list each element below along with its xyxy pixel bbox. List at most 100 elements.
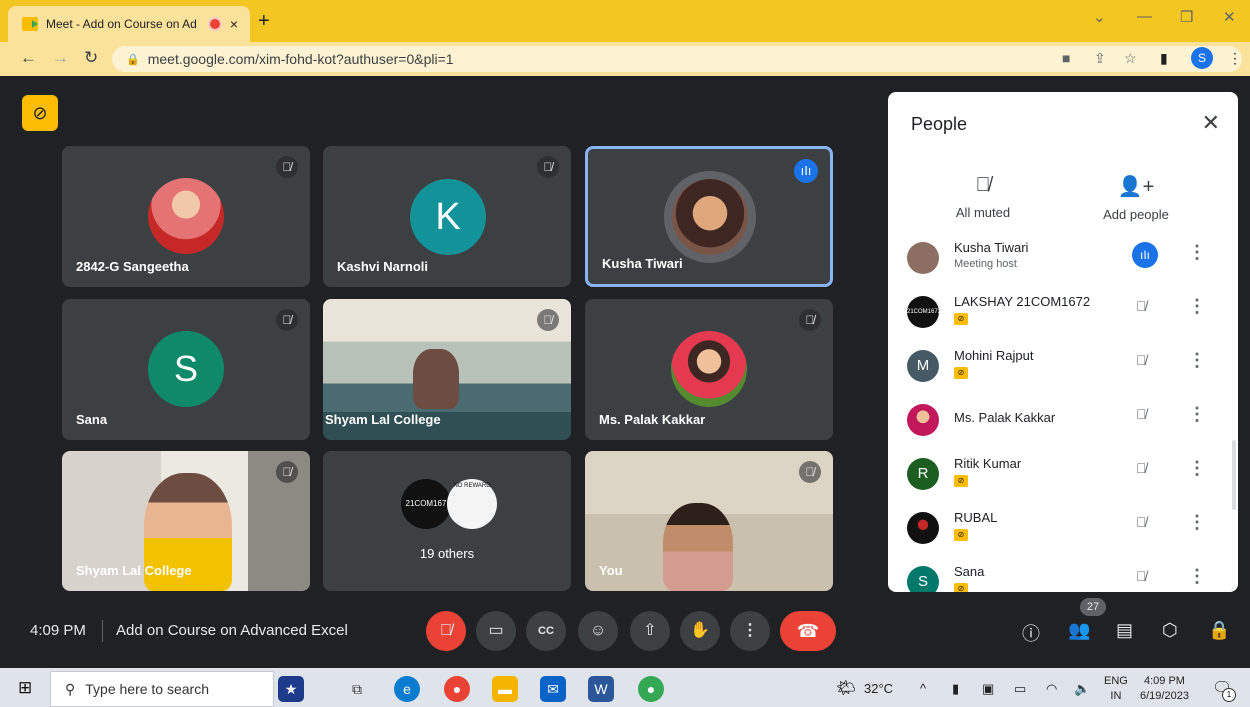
muted-mic-icon: 🎙̸ <box>276 309 298 331</box>
people-list-scrollbar[interactable] <box>1232 440 1236 510</box>
participant-row[interactable]: Ms. Palak Kakkar 🎙̸ ⋮ <box>888 394 1238 448</box>
participant-name: Shyam Lal College <box>325 412 441 427</box>
add-people-action[interactable]: 👤+ Add people <box>1096 174 1176 222</box>
edge-browser-icon[interactable]: e <box>394 676 420 702</box>
close-window-icon[interactable]: ✕ <box>1223 8 1236 26</box>
chat-icon[interactable]: ▤ <box>1116 620 1133 641</box>
activities-icon[interactable]: ⬡ <box>1162 620 1178 641</box>
microphone-toggle-button[interactable]: 🎙̸ <box>426 611 466 651</box>
participant-avatar <box>907 242 939 274</box>
side-panel-icon[interactable]: ▮ <box>1160 50 1168 67</box>
more-options-icon[interactable]: ⋮ <box>1188 404 1206 425</box>
mute-all-action[interactable]: 🎙̸ All muted <box>948 174 1018 220</box>
muted-mic-icon: 🎙̸ <box>276 156 298 178</box>
captions-button[interactable]: CC <box>526 611 566 651</box>
browser-menu-icon[interactable]: ⋮ <box>1228 50 1242 67</box>
file-explorer-icon[interactable]: ▬ <box>492 676 518 702</box>
muted-mic-icon: 🎙̸ <box>276 461 298 483</box>
url-text: meet.google.com/xim-fohd-kot?authuser=0&… <box>147 51 454 67</box>
search-highlight-icon[interactable]: ★ <box>278 676 304 702</box>
chrome-icon[interactable]: ● <box>444 676 470 702</box>
participant-row[interactable]: Kusha Tiwari Meeting host ıIı ⋮ <box>888 232 1238 286</box>
participant-row[interactable]: 21COM1672 LAKSHAY 21COM1672 ⊘ 🎙̸ ⋮ <box>888 286 1238 340</box>
participant-tile[interactable]: 🎙̸ 2842-G Sangeetha <box>62 146 310 287</box>
region-code: IN <box>1110 690 1122 702</box>
participant-video-tile[interactable]: 🎙̸ Shyam Lal College <box>323 299 571 440</box>
usb-icon[interactable]: ▮ <box>952 681 959 697</box>
participant-name: Shyam Lal College <box>76 563 192 578</box>
weather-icon: 🌤 <box>836 680 857 697</box>
task-view-icon[interactable]: ⧉ <box>344 676 370 702</box>
participant-row[interactable]: S Sana ⊘ 🎙̸ ⋮ <box>888 556 1238 592</box>
close-panel-icon[interactable]: ✕ <box>1202 110 1220 136</box>
tab-close-button[interactable]: × <box>230 16 238 32</box>
camera-in-use-icon[interactable]: ■ <box>1062 50 1070 66</box>
muted-mic-icon: 🎙̸ <box>1136 514 1147 530</box>
leave-call-button[interactable]: ☎ <box>780 611 836 651</box>
more-options-icon[interactable]: ⋮ <box>1188 458 1206 479</box>
muted-mic-icon: 🎙̸ <box>1136 352 1147 368</box>
word-icon[interactable]: W <box>588 676 614 702</box>
more-options-icon[interactable]: ⋮ <box>1188 350 1206 371</box>
system-time: 4:09 PM <box>1143 675 1185 687</box>
language-indicator[interactable]: ENG IN <box>1104 674 1128 704</box>
participant-initial-avatar: K <box>410 179 486 255</box>
meet-tray-icon[interactable]: ▣ <box>982 681 994 697</box>
meeting-details-icon[interactable]: ⓘ <box>1022 620 1040 646</box>
volume-icon[interactable]: 🔈 <box>1074 681 1090 697</box>
people-icon[interactable]: 👥 <box>1068 620 1090 641</box>
more-options-icon[interactable]: ⋮ <box>1188 566 1206 587</box>
system-clock[interactable]: 4:09 PM 6/19/2023 <box>1140 674 1189 704</box>
participant-tile[interactable]: K 🎙̸ Kashvi Narnoli <box>323 146 571 287</box>
battery-icon[interactable]: ▭ <box>1014 681 1026 697</box>
camera-toggle-button[interactable]: ▭ <box>476 611 516 651</box>
more-options-icon[interactable]: ⋮ <box>1188 512 1206 533</box>
windows-start-icon[interactable]: ⊞ <box>18 678 32 698</box>
mail-icon[interactable]: ✉ <box>540 676 566 702</box>
minimize-icon[interactable]: — <box>1137 8 1152 25</box>
present-screen-button[interactable]: ⇧ <box>630 611 670 651</box>
participant-row[interactable]: RUBAL ⊘ 🎙̸ ⋮ <box>888 502 1238 556</box>
active-speaker-tile[interactable]: ıIı Kusha Tiwari <box>585 146 833 287</box>
host-controls-icon[interactable]: 🔒 <box>1208 620 1230 641</box>
browser-tab[interactable]: Meet - Add on Course on Ad × <box>8 6 250 42</box>
participant-row[interactable]: R Ritik Kumar ⊘ 🎙̸ ⋮ <box>888 448 1238 502</box>
participant-tile[interactable]: 🎙̸ Ms. Palak Kakkar <box>585 299 833 440</box>
share-icon[interactable]: ⇪ <box>1094 50 1106 67</box>
participant-row[interactable]: M Mohini Rajput ⊘ 🎙̸ ⋮ <box>888 340 1238 394</box>
address-bar[interactable]: 🔒 meet.google.com/xim-fohd-kot?authuser=… <box>112 46 1242 72</box>
reload-icon[interactable]: ↻ <box>84 48 98 68</box>
back-icon[interactable]: ← <box>20 48 37 68</box>
show-hidden-icons-icon[interactable]: ^ <box>920 681 926 696</box>
participant-avatar <box>907 512 939 544</box>
participant-avatar: 21COM167 <box>401 479 451 529</box>
forward-icon[interactable]: → <box>52 48 69 68</box>
camera-off-indicator-icon[interactable]: ⊘ <box>22 95 58 131</box>
weather-temperature[interactable]: 32°C <box>864 681 893 696</box>
wifi-icon[interactable]: ◠ <box>1046 681 1057 697</box>
bookmark-star-icon[interactable]: ☆ <box>1124 50 1137 67</box>
emoji-reactions-button[interactable]: ☺ <box>578 611 618 651</box>
tab-search-icon[interactable]: ⌄ <box>1093 8 1106 26</box>
raise-hand-button[interactable]: ✋ <box>680 611 720 651</box>
muted-mic-icon: 🎙̸ <box>975 174 991 196</box>
participant-photo-avatar <box>148 178 224 254</box>
participant-name: Kusha Tiwari <box>954 240 1029 255</box>
chrome-profile-icon[interactable]: ● <box>638 676 664 702</box>
muted-mic-icon: 🎙̸ <box>799 309 821 331</box>
participant-video-tile[interactable]: 🎙̸ Shyam Lal College <box>62 451 310 591</box>
language-code: ENG <box>1104 675 1128 687</box>
others-tile[interactable]: 21COM167 NO REWARD 19 others <box>323 451 571 591</box>
participant-tile[interactable]: S 🎙̸ Sana <box>62 299 310 440</box>
more-options-icon[interactable]: ⋮ <box>1188 296 1206 317</box>
taskbar-search-box[interactable]: ⚲ Type here to search <box>50 671 274 707</box>
camera-off-badge-icon: ⊘ <box>954 475 968 487</box>
new-tab-button[interactable]: + <box>258 10 270 33</box>
participant-avatar: NO REWARD <box>447 479 497 529</box>
profile-avatar[interactable]: S <box>1191 47 1213 69</box>
participant-name: Kashvi Narnoli <box>337 259 429 274</box>
self-video-tile[interactable]: 🎙̸ You <box>585 451 833 591</box>
restore-icon[interactable]: ❐ <box>1180 8 1193 26</box>
more-options-button[interactable]: ⋮ <box>730 611 770 651</box>
more-options-icon[interactable]: ⋮ <box>1188 242 1206 263</box>
